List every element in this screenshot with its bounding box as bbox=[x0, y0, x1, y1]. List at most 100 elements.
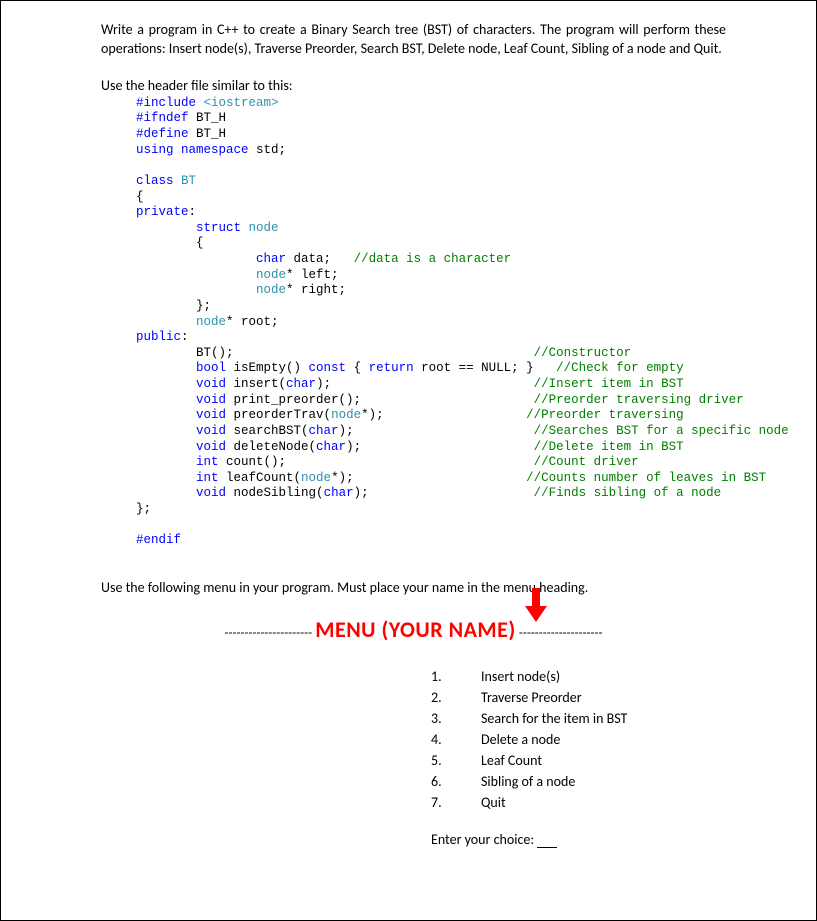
count-fn: count(); bbox=[219, 455, 287, 469]
sym-bth: BT_H bbox=[189, 111, 227, 125]
kw-public: public bbox=[136, 330, 181, 344]
kw-void6: void bbox=[196, 486, 226, 500]
menu-num: 4. bbox=[431, 731, 481, 748]
kw-return: return bbox=[369, 361, 414, 375]
kw-ifndef: #ifndef bbox=[136, 111, 189, 125]
menu-label: Leaf Count bbox=[481, 752, 542, 769]
cmt-ctor: //Constructor bbox=[534, 346, 632, 360]
leaf-close: *); bbox=[331, 471, 354, 485]
field-root: * root; bbox=[226, 315, 279, 329]
menu-label: Delete a node bbox=[481, 731, 560, 748]
kw-void4: void bbox=[196, 424, 226, 438]
type-node-l: node bbox=[256, 268, 286, 282]
pre-close: *); bbox=[361, 408, 384, 422]
menu-item-1: 1.Insert node(s) bbox=[431, 668, 726, 685]
problem-statement: Write a program in C++ to create a Binar… bbox=[101, 21, 726, 59]
kw-int1: int bbox=[196, 455, 219, 469]
kw-const: const bbox=[309, 361, 347, 375]
type-node-pre: node bbox=[331, 408, 361, 422]
menu-label: Insert node(s) bbox=[481, 668, 560, 685]
menu-item-6: 6.Sibling of a node bbox=[431, 773, 726, 790]
menu-item-7: 7.Quit bbox=[431, 794, 726, 811]
menu-num: 5. bbox=[431, 752, 481, 769]
kw-bool: bool bbox=[196, 361, 226, 375]
type-node-root: node bbox=[196, 315, 226, 329]
colon1: : bbox=[189, 205, 197, 219]
kw-using: using namespace bbox=[136, 143, 249, 157]
input-underline bbox=[537, 847, 557, 848]
menu-num: 2. bbox=[431, 689, 481, 706]
type-node-leaf: node bbox=[301, 471, 331, 485]
kw-void2: void bbox=[196, 393, 226, 407]
cmt-insert: //Insert item in BST bbox=[534, 377, 684, 391]
choice-prompt: Enter your choice: bbox=[431, 831, 726, 848]
header-name: <iostream> bbox=[196, 96, 279, 110]
del-close: ); bbox=[346, 440, 361, 454]
cmt-count: //Count driver bbox=[534, 455, 639, 469]
root-null: root == NULL; } bbox=[414, 361, 534, 375]
cmt-preorder-driver: //Preorder traversing driver bbox=[534, 393, 744, 407]
menu-item-4: 4.Delete a node bbox=[431, 731, 726, 748]
sib-close: ); bbox=[354, 486, 369, 500]
cmt-data: //data is a character bbox=[331, 252, 511, 266]
ins-close: ); bbox=[316, 377, 331, 391]
ctor: BT(); bbox=[196, 346, 234, 360]
cmt-leaf: //Counts number of leaves in BST bbox=[526, 471, 766, 485]
dashes-left: ---------------------- bbox=[225, 626, 313, 641]
kw-void5: void bbox=[196, 440, 226, 454]
std-text: std; bbox=[249, 143, 287, 157]
menu-label: Search for the item in BST bbox=[481, 710, 627, 727]
kw-char4: char bbox=[316, 440, 346, 454]
brace-open: { bbox=[136, 190, 144, 204]
menu-label: Quit bbox=[481, 794, 506, 811]
srch-close: ); bbox=[339, 424, 354, 438]
menu-instruction: Use the following menu in your program. … bbox=[101, 579, 726, 596]
sibling-fn: nodeSibling( bbox=[226, 486, 324, 500]
class-name: BT bbox=[174, 174, 197, 188]
kw-private: private bbox=[136, 205, 189, 219]
menu-item-5: 5.Leaf Count bbox=[431, 752, 726, 769]
kw-char5: char bbox=[324, 486, 354, 500]
menu-num: 7. bbox=[431, 794, 481, 811]
field-data: data; bbox=[286, 252, 331, 266]
menu-label: Traverse Preorder bbox=[481, 689, 582, 706]
menu-list: 1.Insert node(s) 2.Traverse Preorder 3.S… bbox=[431, 668, 726, 811]
arrow-icon bbox=[521, 588, 551, 628]
menu-heading-row: ---------------------- MENU (YOUR NAME) … bbox=[101, 616, 726, 643]
type-node-r: node bbox=[256, 283, 286, 297]
brace-close1: }; bbox=[196, 299, 211, 313]
isempty: isEmpty() bbox=[226, 361, 309, 375]
prompt-text: Enter your choice: bbox=[431, 831, 537, 848]
menu-num: 1. bbox=[431, 668, 481, 685]
menu-num: 3. bbox=[431, 710, 481, 727]
kw-void1: void bbox=[196, 377, 226, 391]
menu-label: Sibling of a node bbox=[481, 773, 575, 790]
kw-endif: #endif bbox=[136, 533, 181, 547]
kw-int2: int bbox=[196, 471, 219, 485]
kw-void3: void bbox=[196, 408, 226, 422]
code-listing: #include <iostream> #ifndef BT_H #define… bbox=[136, 96, 726, 549]
dashes-right: --------------------- bbox=[519, 626, 603, 641]
cmt-delete: //Delete item in BST bbox=[534, 440, 684, 454]
kw-define: #define bbox=[136, 127, 189, 141]
cmt-empty: //Check for empty bbox=[556, 361, 684, 375]
field-left: * left; bbox=[286, 268, 339, 282]
cmt-preorder: //Preorder traversing bbox=[526, 408, 684, 422]
brace-open2: { bbox=[196, 236, 204, 250]
document-page: Write a program in C++ to create a Binar… bbox=[0, 0, 817, 921]
class-close: }; bbox=[136, 502, 151, 516]
kw-char: char bbox=[256, 252, 286, 266]
kw-include: #include bbox=[136, 96, 196, 110]
cmt-sibling: //Finds sibling of a node bbox=[534, 486, 722, 500]
menu-num: 6. bbox=[431, 773, 481, 790]
delete-fn: deleteNode( bbox=[226, 440, 316, 454]
search-fn: searchBST( bbox=[226, 424, 309, 438]
content-area: Write a program in C++ to create a Binar… bbox=[1, 21, 816, 848]
insert-fn: insert( bbox=[226, 377, 286, 391]
ret-open: { bbox=[346, 361, 369, 375]
sym-bth2: BT_H bbox=[189, 127, 227, 141]
cmt-search: //Searches BST for a specific node bbox=[534, 424, 789, 438]
field-right: * right; bbox=[286, 283, 346, 297]
menu-item-3: 3.Search for the item in BST bbox=[431, 710, 726, 727]
type-node: node bbox=[241, 221, 279, 235]
